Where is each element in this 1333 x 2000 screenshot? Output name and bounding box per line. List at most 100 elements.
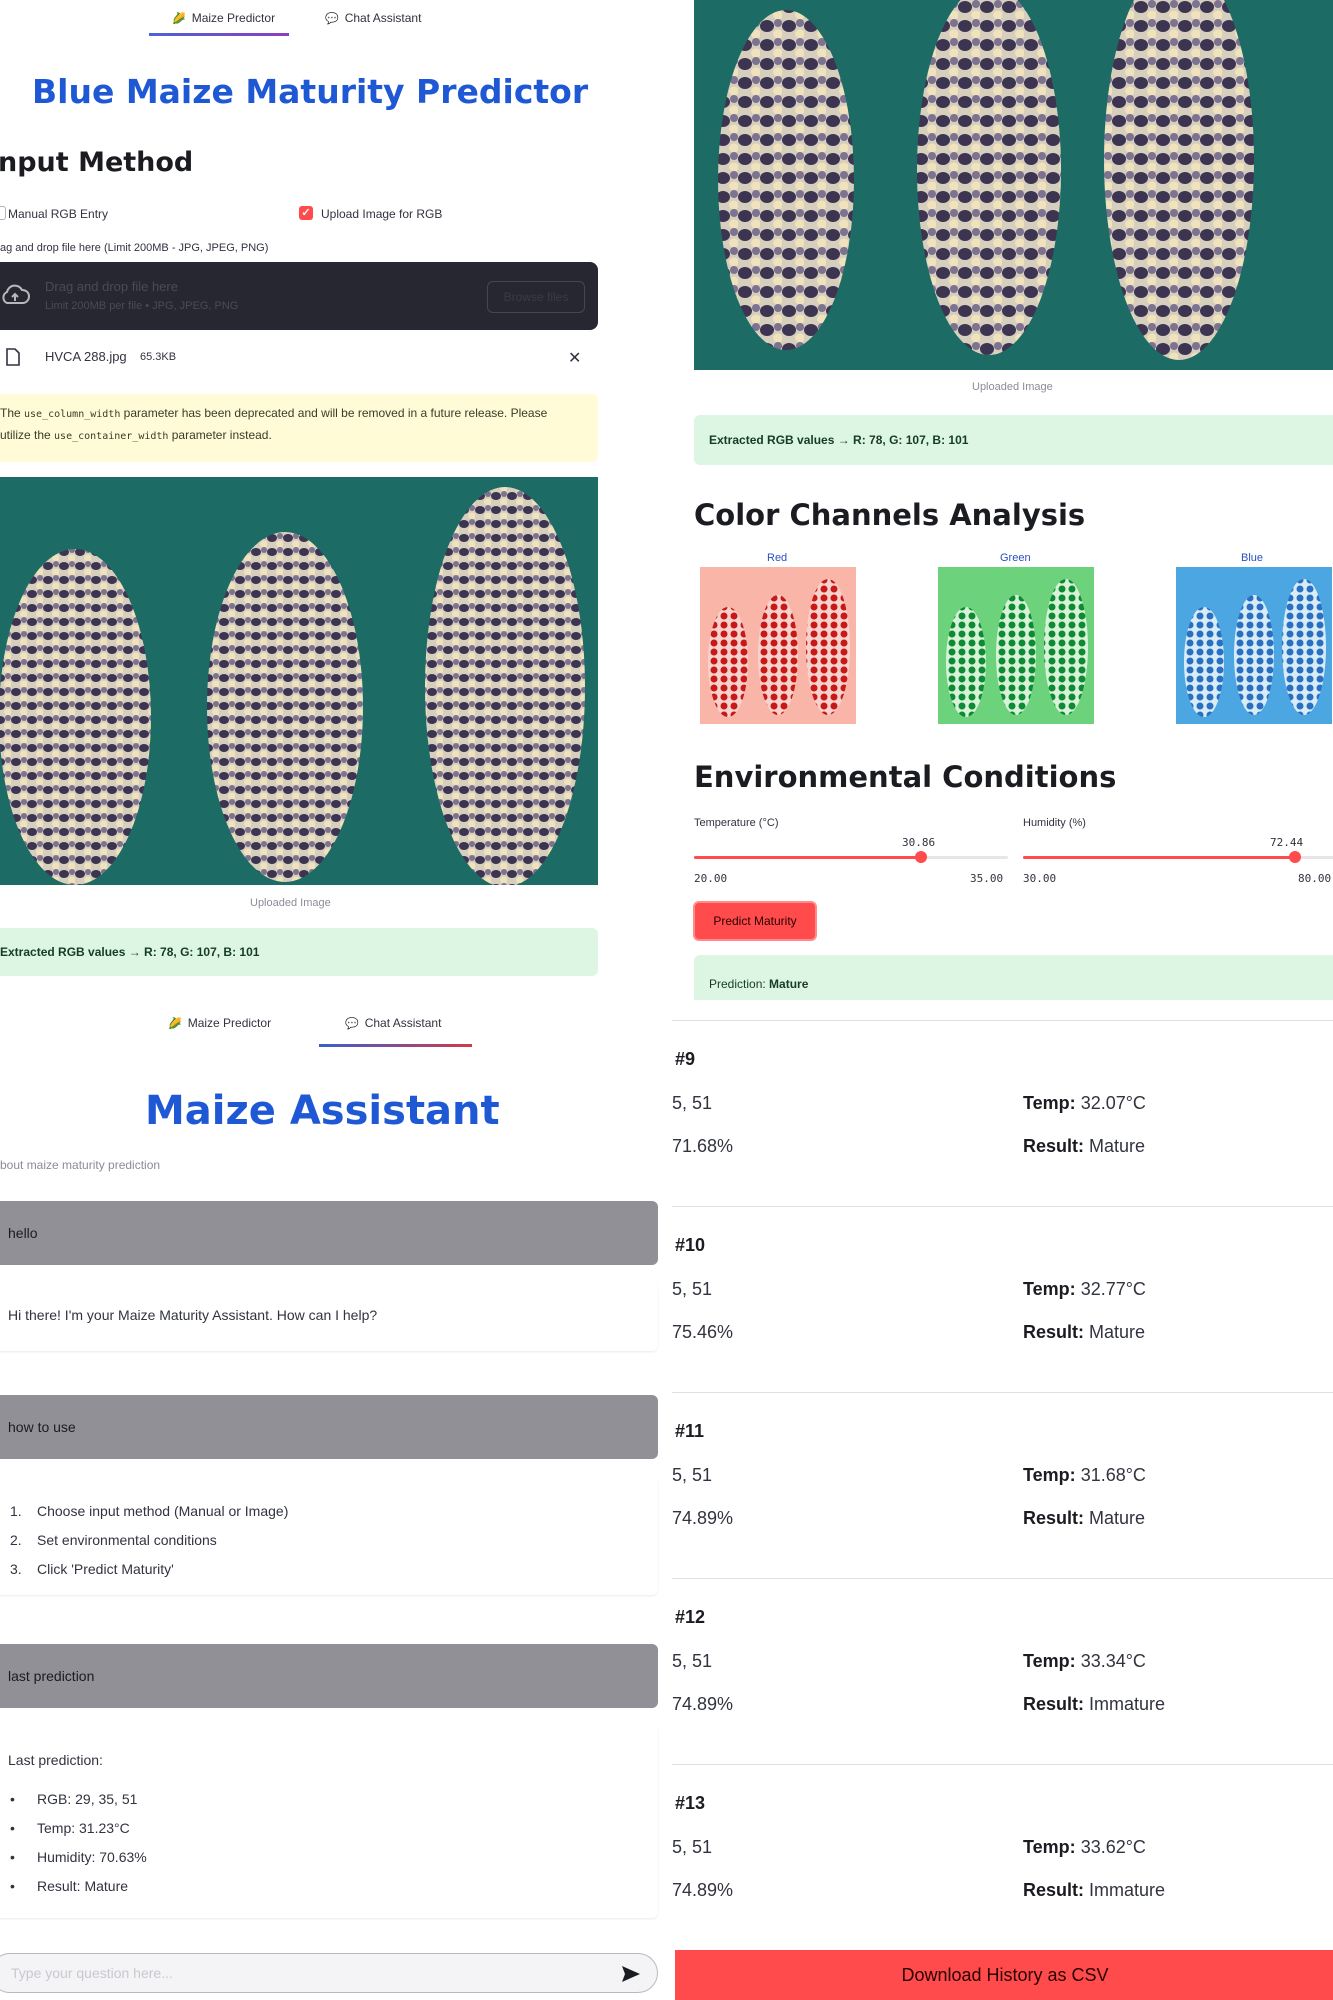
corn-icon: 🌽 — [172, 12, 186, 25]
tab-maize-predictor[interactable]: 🌽 Maize Predictor — [168, 1016, 271, 1030]
bullet: • — [10, 1820, 15, 1836]
list-item: RGB: 29, 35, 51 — [37, 1791, 138, 1807]
temperature-slider-thumb[interactable] — [915, 851, 927, 863]
tab-chat-assistant[interactable]: 💬 Chat Assistant — [345, 1016, 441, 1030]
red-channel-image — [700, 567, 856, 724]
uploader-label: ag and drop file here (Limit 200MB - JPG… — [0, 242, 269, 254]
browse-files-button[interactable]: Browse files — [487, 281, 585, 313]
history-record-temp: Temp: 32.07°C — [1023, 1093, 1146, 1113]
upload-image-label: Upload Image for RGB — [321, 207, 443, 221]
tab-active-indicator — [149, 33, 289, 36]
history-record-result: Result: Immature — [1023, 1880, 1166, 1900]
history-record-temp: Temp: 33.34°C — [1023, 1651, 1146, 1671]
history-record-humidity: 75.46% — [672, 1322, 734, 1342]
humidity-slider-thumb[interactable] — [1289, 851, 1301, 863]
bullet: • — [10, 1878, 15, 1894]
predict-maturity-button[interactable]: Predict Maturity — [693, 901, 817, 941]
blue-channel-image — [1176, 567, 1332, 724]
history-record-result: Result: Mature — [1023, 1508, 1146, 1528]
user-message: hello — [0, 1201, 658, 1265]
history-record-rgb: 5, 51 — [672, 1093, 713, 1113]
list-item: Choose input method (Manual or Image) — [37, 1503, 289, 1519]
deprecation-warning: The use_column_width parameter has been … — [0, 394, 598, 462]
history-record-humidity: 74.89% — [672, 1694, 734, 1714]
temperature-slider-fill — [694, 856, 921, 859]
history-record-temp: Temp: 33.62°C — [1023, 1837, 1146, 1857]
input-method-heading: nput Method — [0, 147, 194, 178]
extracted-rgb-success: Extracted RGB values → R: 78, G: 107, B:… — [694, 415, 1333, 465]
tab-label: Chat Assistant — [364, 1016, 442, 1030]
chat-bubble-icon: 💬 — [345, 1017, 359, 1030]
history-record-temp: Temp: 31.68°C — [1023, 1465, 1146, 1485]
chat-panel: 🌽 Maize Predictor 💬 Chat Assistant Maize… — [0, 988, 672, 2000]
image-caption: Uploaded Image — [250, 897, 331, 909]
history-record-result: Result: Mature — [1023, 1136, 1146, 1156]
send-icon[interactable] — [621, 1965, 641, 1983]
history-record-id: #11 — [675, 1421, 705, 1441]
list-number: 3. — [10, 1561, 22, 1577]
history-record-rgb: 5, 51 — [672, 1837, 713, 1857]
prediction-result: Prediction: Mature — [694, 955, 1333, 1000]
history-record-id: #12 — [675, 1607, 706, 1627]
uploaded-file-size: 65.3KB — [140, 351, 177, 363]
temperature-value: 30.86 — [902, 836, 936, 849]
list-item: Click 'Predict Maturity' — [37, 1561, 174, 1577]
tab-maize-predictor[interactable]: 🌽 Maize Predictor — [172, 11, 275, 25]
chat-input[interactable]: Type your question here... — [0, 1953, 658, 1993]
uploaded-file-name: HVCA 288.jpg — [45, 349, 127, 364]
history-record-result: Result: Mature — [1023, 1322, 1146, 1342]
chat-input-placeholder: Type your question here... — [11, 1965, 173, 1981]
assistant-message: 1. Choose input method (Manual or Image)… — [0, 1475, 658, 1595]
divider — [672, 1578, 1333, 1579]
tab-chat-assistant[interactable]: 💬 Chat Assistant — [325, 11, 421, 25]
last-prediction-intro: Last prediction: — [8, 1752, 103, 1768]
chat-title: Maize Assistant — [145, 1088, 500, 1134]
uploaded-maize-image-large — [694, 0, 1333, 370]
page-title: Blue Maize Maturity Predictor — [32, 72, 589, 111]
history-panel: #9 5, 51 71.68% Temp: 32.07°C Result: Ma… — [672, 1000, 1333, 2000]
history-record-id: #9 — [675, 1049, 696, 1069]
list-item: Set environmental conditions — [37, 1532, 217, 1548]
green-channel-label: Green — [1000, 552, 1031, 564]
humidity-value: 72.44 — [1270, 836, 1304, 849]
temperature-max: 35.00 — [970, 872, 1004, 885]
bullet: • — [10, 1791, 15, 1807]
tab-label: Maize Predictor — [191, 11, 276, 25]
chat-subtitle: bout maize maturity prediction — [0, 1158, 161, 1172]
humidity-max: 80.00 — [1298, 872, 1332, 885]
file-dropzone[interactable]: Drag and drop file here Limit 200MB per … — [0, 262, 598, 330]
cloud-upload-icon — [2, 284, 30, 304]
user-message: last prediction — [0, 1644, 658, 1708]
tab-label: Chat Assistant — [344, 11, 422, 25]
humidity-slider-fill — [1023, 856, 1295, 859]
chat-bubble-icon: 💬 — [325, 12, 339, 25]
history-record-temp: Temp: 32.77°C — [1023, 1279, 1146, 1299]
prediction-label: Prediction: — [709, 977, 766, 991]
file-icon — [6, 348, 20, 366]
temperature-label: Temperature (°C) — [694, 817, 779, 829]
color-channels-heading: Color Channels Analysis — [694, 498, 1086, 532]
divider — [672, 1392, 1333, 1393]
manual-rgb-checkbox[interactable] — [0, 206, 6, 220]
upload-image-checkbox[interactable]: ✓ — [299, 206, 313, 220]
list-item: Humidity: 70.63% — [37, 1849, 147, 1865]
image-caption: Uploaded Image — [972, 381, 1053, 393]
dropzone-limit: Limit 200MB per file • JPG, JPEG, PNG — [45, 300, 239, 312]
history-record-humidity: 74.89% — [672, 1508, 734, 1528]
blue-channel-label: Blue — [1241, 552, 1264, 564]
list-item: Temp: 31.23°C — [37, 1820, 130, 1836]
extracted-rgb-success: Extracted RGB values → R: 78, G: 107, B:… — [0, 928, 598, 976]
history-record-result: Result: Immature — [1023, 1694, 1166, 1714]
history-record-rgb: 5, 51 — [672, 1465, 713, 1485]
red-channel-label: Red — [767, 552, 788, 564]
history-record-rgb: 5, 51 — [672, 1651, 713, 1671]
remove-file-icon[interactable]: ✕ — [568, 348, 581, 368]
history-record-id: #10 — [675, 1235, 706, 1255]
analysis-panel: Uploaded Image Extracted RGB values → R:… — [680, 0, 1333, 1000]
divider — [672, 1020, 1333, 1021]
download-csv-button[interactable]: Download History as CSV — [675, 1950, 1333, 2000]
humidity-label: Humidity (%) — [1023, 817, 1086, 829]
list-item: Result: Mature — [37, 1878, 129, 1894]
assistant-message: Hi there! I'm your Maize Maturity Assist… — [0, 1281, 658, 1351]
predictor-panel: 🌽 Maize Predictor 💬 Chat Assistant Blue … — [0, 0, 680, 988]
